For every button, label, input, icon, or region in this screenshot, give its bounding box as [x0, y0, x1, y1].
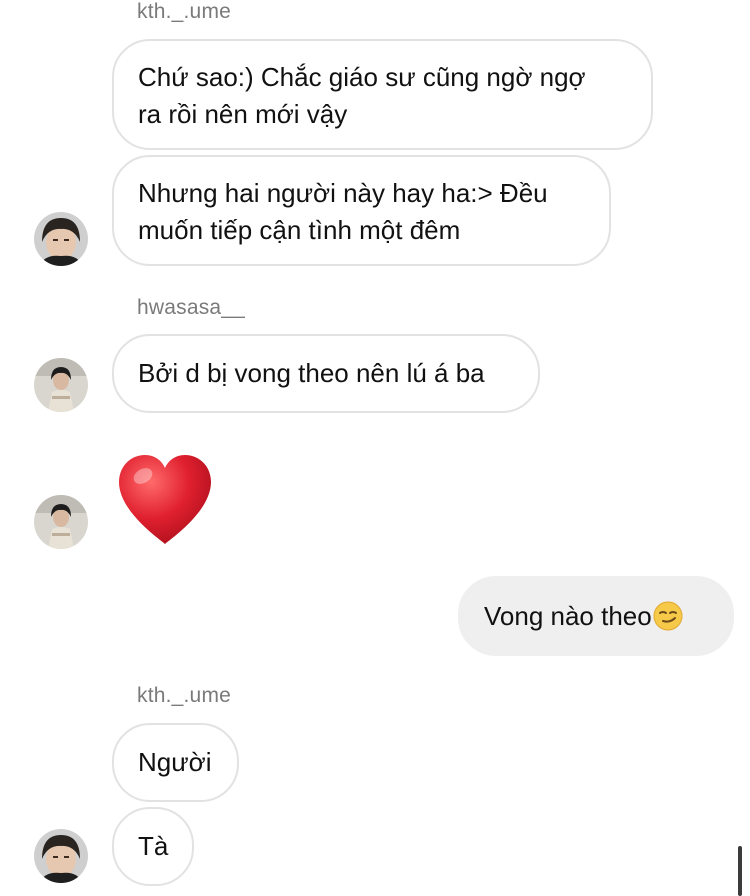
avatar[interactable]: [34, 829, 88, 883]
message-text: Vong nào theo: [484, 600, 652, 631]
red-heart-emoji-icon[interactable]: [115, 452, 215, 548]
avatar[interactable]: [34, 212, 88, 266]
scrollbar[interactable]: [738, 846, 742, 896]
avatar-kth-icon: [34, 212, 88, 266]
message-bubble[interactable]: Bởi d bị vong theo nên lú á ba: [112, 334, 540, 413]
message-bubble[interactable]: Chứ sao:) Chắc giáo sư cũng ngờ ngợ ra r…: [112, 39, 653, 150]
message-line: Chứ sao:) Chắc giáo sư cũng ngờ ngợ: [138, 62, 586, 92]
avatar-hwasasa-icon: [34, 358, 88, 412]
sender-name: hwasasa__: [137, 296, 246, 319]
avatar-hwasasa-icon: [34, 495, 88, 549]
avatar[interactable]: [34, 358, 88, 412]
smirking-face-emoji-icon: [653, 601, 683, 631]
outgoing-message-bubble[interactable]: Vong nào theo: [458, 576, 734, 656]
message-bubble[interactable]: Nhưng hai người này hay ha:> Đều muốn ti…: [112, 155, 611, 266]
message-line: muốn tiếp cận tình một đêm: [138, 215, 461, 245]
avatar-kth-icon: [34, 829, 88, 883]
sender-name: kth._.ume: [137, 684, 232, 707]
message-line: ra rồi nên mới vậy: [138, 99, 348, 129]
sender-name: kth._.ume: [137, 0, 232, 23]
message-text: Người: [138, 747, 212, 777]
message-bubble[interactable]: Tà: [112, 807, 194, 886]
message-bubble[interactable]: Người: [112, 723, 239, 802]
message-text: Tà: [138, 831, 169, 861]
message-text: Bởi d bị vong theo nên lú á ba: [138, 358, 485, 388]
message-line: Nhưng hai người này hay ha:> Đều: [138, 178, 548, 208]
avatar[interactable]: [34, 495, 88, 549]
